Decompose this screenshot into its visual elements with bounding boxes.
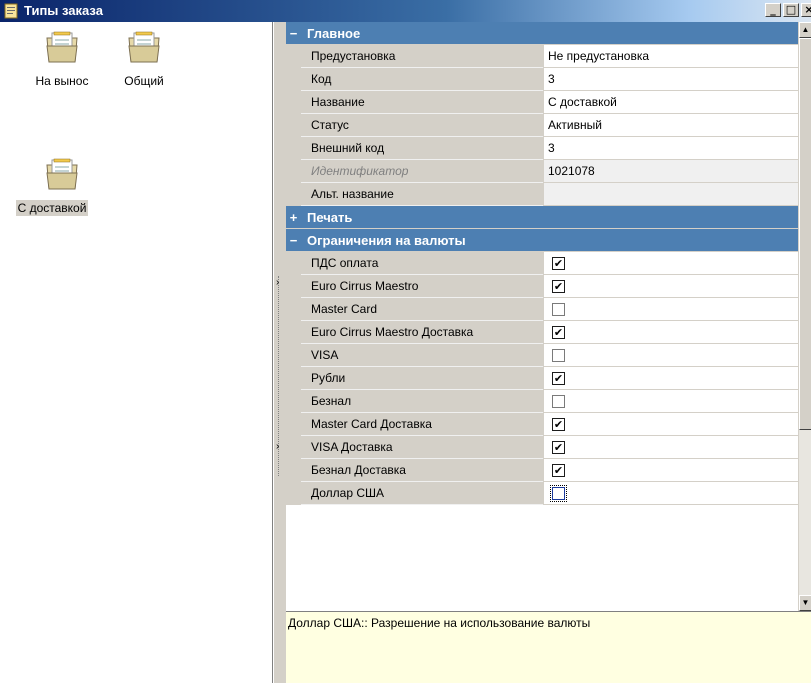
window-title: Типы заказа [24, 3, 103, 18]
property-row[interactable]: Статус Активный [286, 114, 798, 137]
property-name: Рубли [301, 367, 543, 390]
property-name: VISA [301, 344, 543, 367]
checked-checkbox[interactable]: ✔ [552, 280, 565, 293]
scroll-down-button[interactable]: ▼ [799, 595, 811, 611]
property-name: Альт. название [301, 183, 543, 206]
property-value[interactable]: ✔ [543, 459, 798, 482]
property-value[interactable] [543, 183, 798, 206]
property-value[interactable]: ✔ [543, 367, 798, 390]
checked-checkbox[interactable]: ✔ [552, 464, 565, 477]
property-value[interactable]: ✔ [543, 252, 798, 275]
vertical-scrollbar[interactable]: ▲ ▼ [798, 22, 811, 611]
maximize-button[interactable]: □ [783, 3, 799, 17]
property-value[interactable]: ✔ [543, 436, 798, 459]
property-description: Доллар США:: Разрешение на использование… [286, 611, 811, 683]
scroll-up-button[interactable]: ▲ [799, 22, 811, 38]
property-name: Название [301, 91, 543, 114]
folder-icon [46, 31, 78, 63]
property-value[interactable]: 3 [543, 137, 798, 160]
checked-checkbox[interactable]: ✔ [552, 418, 565, 431]
property-value[interactable]: Активный [543, 114, 798, 137]
property-value[interactable]: ✔ [543, 275, 798, 298]
currency-row[interactable]: Безнал Доставка ✔ [286, 459, 798, 482]
title-bar: Типы заказа _ □ × [0, 0, 811, 22]
property-value[interactable] [543, 298, 798, 321]
property-name: Master Card [301, 298, 543, 321]
property-value[interactable] [543, 344, 798, 367]
unchecked-checkbox[interactable] [552, 349, 565, 362]
currency-row[interactable]: Доллар США [286, 482, 798, 505]
checked-checkbox[interactable]: ✔ [552, 372, 565, 385]
checked-checkbox[interactable]: ✔ [552, 326, 565, 339]
folder-icon [128, 31, 160, 63]
unchecked-checkbox[interactable] [550, 485, 567, 502]
checked-checkbox[interactable]: ✔ [552, 257, 565, 270]
property-value[interactable]: 3 [543, 68, 798, 91]
property-name: ПДС оплата [301, 252, 543, 275]
unchecked-checkbox[interactable] [552, 303, 565, 316]
property-grid: − Главное Предустановка Не предустановка … [286, 22, 798, 611]
currency-row[interactable]: Безнал [286, 390, 798, 413]
property-row[interactable]: Код 3 [286, 68, 798, 91]
tile-label: С доставкой [15, 200, 89, 216]
currency-row[interactable]: Euro Cirrus Maestro Доставка ✔ [286, 321, 798, 344]
property-value[interactable]: С доставкой [543, 91, 798, 114]
property-value[interactable]: ✔ [543, 413, 798, 436]
collapse-icon[interactable]: − [286, 22, 301, 45]
currency-row[interactable]: Master Card [286, 298, 798, 321]
property-row[interactable]: Альт. название [286, 183, 798, 206]
property-name: Статус [301, 114, 543, 137]
order-types-list: На вынос Общий С доставкой [0, 22, 273, 683]
property-name: Идентификатор [301, 160, 543, 183]
collapse-icon[interactable]: − [286, 229, 301, 252]
unchecked-checkbox[interactable] [552, 395, 565, 408]
property-value[interactable]: ✔ [543, 321, 798, 344]
property-name: Код [301, 68, 543, 91]
currency-row[interactable]: Рубли ✔ [286, 367, 798, 390]
category-print[interactable]: + Печать [286, 206, 798, 229]
folder-icon [46, 158, 78, 190]
category-currency[interactable]: − Ограничения на валюты [286, 229, 798, 252]
property-value[interactable]: Не предустановка [543, 45, 798, 68]
property-name: Euro Cirrus Maestro Доставка [301, 321, 543, 344]
property-name: Euro Cirrus Maestro [301, 275, 543, 298]
property-name: Безнал Доставка [301, 459, 543, 482]
category-label: Ограничения на валюты [307, 233, 466, 248]
currency-row[interactable]: VISA [286, 344, 798, 367]
checked-checkbox[interactable]: ✔ [552, 441, 565, 454]
property-row[interactable]: Предустановка Не предустановка [286, 45, 798, 68]
property-name: Безнал [301, 390, 543, 413]
property-row[interactable]: Внешний код 3 [286, 137, 798, 160]
category-main[interactable]: − Главное [286, 22, 798, 45]
currency-row[interactable]: ПДС оплата ✔ [286, 252, 798, 275]
tile-label: Общий [124, 74, 164, 88]
category-label: Главное [307, 26, 361, 41]
property-name: Предустановка [301, 45, 543, 68]
expand-icon[interactable]: + [286, 206, 301, 229]
tile-s-dostavkoy[interactable]: С доставкой [15, 157, 102, 216]
property-row[interactable]: Идентификатор 1021078 [286, 160, 798, 183]
property-value: 1021078 [543, 160, 798, 183]
property-name: VISA Доставка [301, 436, 543, 459]
property-name: Master Card Доставка [301, 413, 543, 436]
chevron-right-icon[interactable]: › [276, 442, 279, 452]
tile-label: На вынос [35, 74, 89, 88]
tile-na-vynos[interactable]: На вынос [22, 30, 102, 89]
order-types-icon [4, 3, 18, 19]
property-name: Доллар США [301, 482, 543, 505]
scroll-thumb[interactable] [799, 38, 811, 430]
close-button[interactable]: × [801, 3, 811, 17]
currency-row[interactable]: VISA Доставка ✔ [286, 436, 798, 459]
currency-row[interactable]: Euro Cirrus Maestro ✔ [286, 275, 798, 298]
currency-row[interactable]: Master Card Доставка ✔ [286, 413, 798, 436]
minimize-button[interactable]: _ [765, 3, 781, 17]
category-label: Печать [307, 210, 353, 225]
tile-obshchiy[interactable]: Общий [104, 30, 184, 89]
property-value[interactable] [543, 482, 798, 505]
property-row[interactable]: Название С доставкой [286, 91, 798, 114]
panel-splitter[interactable]: › › [273, 22, 286, 683]
property-value[interactable] [543, 390, 798, 413]
property-name: Внешний код [301, 137, 543, 160]
